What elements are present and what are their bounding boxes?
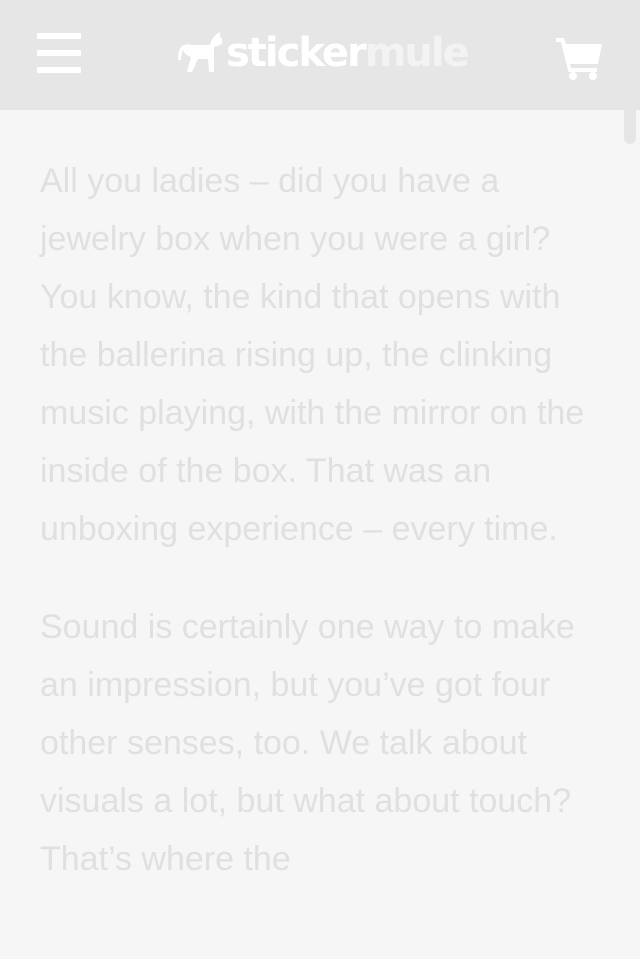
logo-text-mule: mule (364, 30, 470, 76)
shopping-cart-icon[interactable] (556, 36, 604, 80)
mule-logo-icon (178, 32, 223, 72)
top-nav-bar: stickermule (0, 0, 640, 110)
article-body: senses All you ladies – did you have a j… (40, 60, 610, 888)
logo-text-sticker: sticker (226, 30, 367, 76)
logo-wordmark: stickermule (226, 30, 470, 76)
hamburger-menu-icon[interactable] (37, 33, 81, 73)
stickermule-logo[interactable]: stickermule (178, 30, 470, 76)
article-paragraph: All you ladies – did you have a jewelry … (40, 162, 585, 548)
article-paragraph: Sound is certainly one way to make an im… (40, 608, 575, 878)
